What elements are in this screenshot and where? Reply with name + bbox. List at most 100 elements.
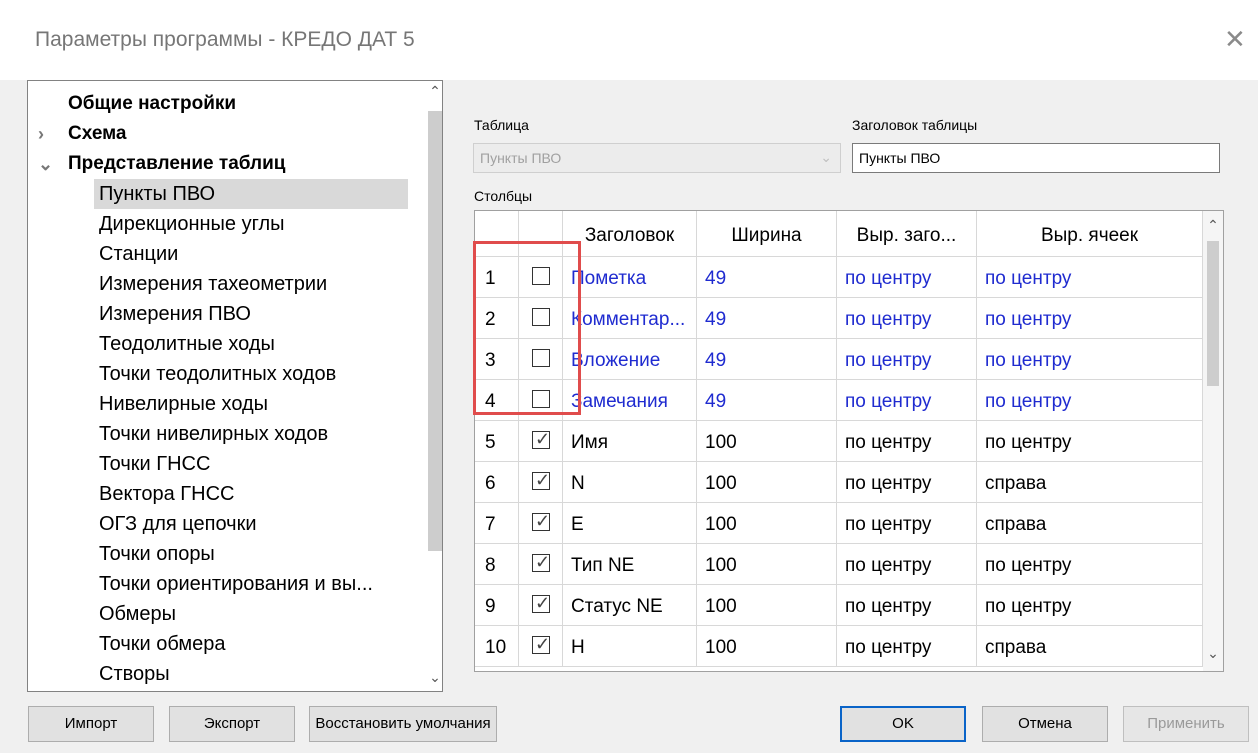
visibility-cell[interactable] bbox=[519, 339, 563, 380]
visibility-cell[interactable]: ✓ bbox=[519, 544, 563, 585]
row-number[interactable]: 4 bbox=[475, 380, 519, 421]
tree-item-14[interactable]: ОГЗ для цепочки bbox=[28, 509, 418, 539]
tree-item-15[interactable]: Точки опоры bbox=[28, 539, 418, 569]
row-number[interactable]: 2 bbox=[475, 298, 519, 339]
cell-align-cell[interactable]: по центру bbox=[977, 544, 1203, 585]
cell-align-cell[interactable]: справа bbox=[977, 462, 1203, 503]
column-width-cell[interactable]: 100 bbox=[697, 544, 837, 585]
table-row[interactable]: 4 Замечания 49 по центру по центру bbox=[475, 380, 1203, 421]
column-width-cell[interactable]: 100 bbox=[697, 421, 837, 462]
cell-align-cell[interactable]: справа bbox=[977, 626, 1203, 667]
row-number[interactable]: 5 bbox=[475, 421, 519, 462]
column-title-cell[interactable]: Замечания bbox=[563, 380, 697, 421]
tree-scrollbar-thumb[interactable] bbox=[428, 111, 442, 551]
tree-item-11[interactable]: Точки нивелирных ходов bbox=[28, 419, 418, 449]
tree-item-8[interactable]: Теодолитные ходы bbox=[28, 329, 418, 359]
chevron-right-icon[interactable]: › bbox=[38, 119, 44, 149]
visibility-checkbox[interactable]: ✓ bbox=[532, 634, 550, 654]
visibility-cell[interactable]: ✓ bbox=[519, 585, 563, 626]
header-align-cell[interactable]: по центру bbox=[837, 503, 977, 544]
visibility-cell[interactable]: ✓ bbox=[519, 462, 563, 503]
row-number[interactable]: 3 bbox=[475, 339, 519, 380]
table-row[interactable]: 10 ✓ H 100 по центру справа bbox=[475, 626, 1203, 667]
header-align-cell[interactable]: по центру bbox=[837, 544, 977, 585]
cell-align-cell[interactable]: по центру bbox=[977, 257, 1203, 298]
header-align-cell[interactable]: по центру bbox=[837, 339, 977, 380]
row-number[interactable]: 10 bbox=[475, 626, 519, 667]
row-number[interactable]: 1 bbox=[475, 257, 519, 298]
tree-item-10[interactable]: Нивелирные ходы bbox=[28, 389, 418, 419]
column-title-cell[interactable]: H bbox=[563, 626, 697, 667]
table-row[interactable]: 1 Пометка 49 по центру по центру bbox=[475, 257, 1203, 298]
column-width-cell[interactable]: 100 bbox=[697, 585, 837, 626]
table-row[interactable]: 3 Вложение 49 по центру по центру bbox=[475, 339, 1203, 380]
table-row[interactable]: 6 ✓ N 100 по центру справа bbox=[475, 462, 1203, 503]
visibility-checkbox[interactable]: ✓ bbox=[532, 552, 550, 572]
tree-item-3[interactable]: Пункты ПВО bbox=[94, 179, 408, 209]
export-button[interactable]: Экспорт bbox=[169, 706, 295, 742]
visibility-checkbox[interactable]: ✓ bbox=[532, 511, 550, 531]
tree-item-9[interactable]: Точки теодолитных ходов bbox=[28, 359, 418, 389]
table-row[interactable]: 7 ✓ E 100 по центру справа bbox=[475, 503, 1203, 544]
visibility-checkbox[interactable]: ✓ bbox=[532, 470, 550, 490]
header-align-cell[interactable]: по центру bbox=[837, 626, 977, 667]
table-row[interactable]: 2 Комментар... 49 по центру по центру bbox=[475, 298, 1203, 339]
scroll-up-icon[interactable]: ⌃ bbox=[424, 83, 442, 105]
tree-item-18[interactable]: Точки обмера bbox=[28, 629, 418, 659]
visibility-cell[interactable]: ✓ bbox=[519, 421, 563, 462]
visibility-cell[interactable]: ✓ bbox=[519, 503, 563, 544]
row-number[interactable]: 9 bbox=[475, 585, 519, 626]
cell-align-cell[interactable]: по центру bbox=[977, 421, 1203, 462]
visibility-checkbox[interactable] bbox=[532, 267, 550, 285]
column-title-cell[interactable]: Комментар... bbox=[563, 298, 697, 339]
column-width-cell[interactable]: 100 bbox=[697, 626, 837, 667]
header-align-cell[interactable]: по центру bbox=[837, 380, 977, 421]
table-row[interactable]: 9 ✓ Статус NE 100 по центру по центру bbox=[475, 585, 1203, 626]
restore-defaults-button[interactable]: Восстановить умолчания bbox=[309, 706, 497, 742]
tree-item-6[interactable]: Измерения тахеометрии bbox=[28, 269, 418, 299]
column-title-cell[interactable]: Пометка bbox=[563, 257, 697, 298]
tree-item-4[interactable]: Дирекционные углы bbox=[28, 209, 418, 239]
chevron-down-icon[interactable]: ⌄ bbox=[38, 149, 53, 179]
header-title[interactable]: Заголовок bbox=[563, 211, 697, 257]
column-title-cell[interactable]: Статус NE bbox=[563, 585, 697, 626]
header-cell-align[interactable]: Выр. ячеек bbox=[977, 211, 1203, 257]
row-number[interactable]: 6 bbox=[475, 462, 519, 503]
scroll-down-icon[interactable]: ⌄ bbox=[1205, 645, 1221, 663]
tree-item-5[interactable]: Станции bbox=[28, 239, 418, 269]
header-align-cell[interactable]: по центру bbox=[837, 421, 977, 462]
column-width-cell[interactable]: 49 bbox=[697, 380, 837, 421]
tree-item-2[interactable]: ⌄ Представление таблиц bbox=[28, 149, 418, 179]
tree-item-12[interactable]: Точки ГНСС bbox=[28, 449, 418, 479]
column-width-cell[interactable]: 49 bbox=[697, 257, 837, 298]
column-title-cell[interactable]: N bbox=[563, 462, 697, 503]
grid-scrollbar[interactable]: ⌃ ⌄ bbox=[1203, 211, 1223, 671]
row-number[interactable]: 8 bbox=[475, 544, 519, 585]
cell-align-cell[interactable]: справа bbox=[977, 503, 1203, 544]
visibility-checkbox[interactable] bbox=[532, 390, 550, 408]
column-title-cell[interactable]: Вложение bbox=[563, 339, 697, 380]
cell-align-cell[interactable]: по центру bbox=[977, 339, 1203, 380]
cancel-button[interactable]: Отмена bbox=[982, 706, 1108, 742]
cell-align-cell[interactable]: по центру bbox=[977, 380, 1203, 421]
table-row[interactable]: 5 ✓ Имя 100 по центру по центру bbox=[475, 421, 1203, 462]
column-width-cell[interactable]: 100 bbox=[697, 462, 837, 503]
visibility-checkbox[interactable]: ✓ bbox=[532, 429, 550, 449]
column-width-cell[interactable]: 49 bbox=[697, 298, 837, 339]
row-number[interactable]: 7 bbox=[475, 503, 519, 544]
tree-item-16[interactable]: Точки ориентирования и вы... bbox=[28, 569, 418, 599]
table-title-input[interactable]: Пункты ПВО bbox=[852, 143, 1220, 173]
visibility-checkbox[interactable]: ✓ bbox=[532, 593, 550, 613]
close-icon[interactable]: ✕ bbox=[1224, 24, 1246, 54]
visibility-cell[interactable]: ✓ bbox=[519, 626, 563, 667]
header-align-cell[interactable]: по центру bbox=[837, 298, 977, 339]
visibility-cell[interactable] bbox=[519, 380, 563, 421]
tree-item-17[interactable]: Обмеры bbox=[28, 599, 418, 629]
header-align-cell[interactable]: по центру bbox=[837, 257, 977, 298]
cell-align-cell[interactable]: по центру bbox=[977, 585, 1203, 626]
table-row[interactable]: 8 ✓ Тип NE 100 по центру по центру bbox=[475, 544, 1203, 585]
column-title-cell[interactable]: Имя bbox=[563, 421, 697, 462]
column-title-cell[interactable]: Тип NE bbox=[563, 544, 697, 585]
column-width-cell[interactable]: 100 bbox=[697, 503, 837, 544]
header-align-cell[interactable]: по центру bbox=[837, 462, 977, 503]
